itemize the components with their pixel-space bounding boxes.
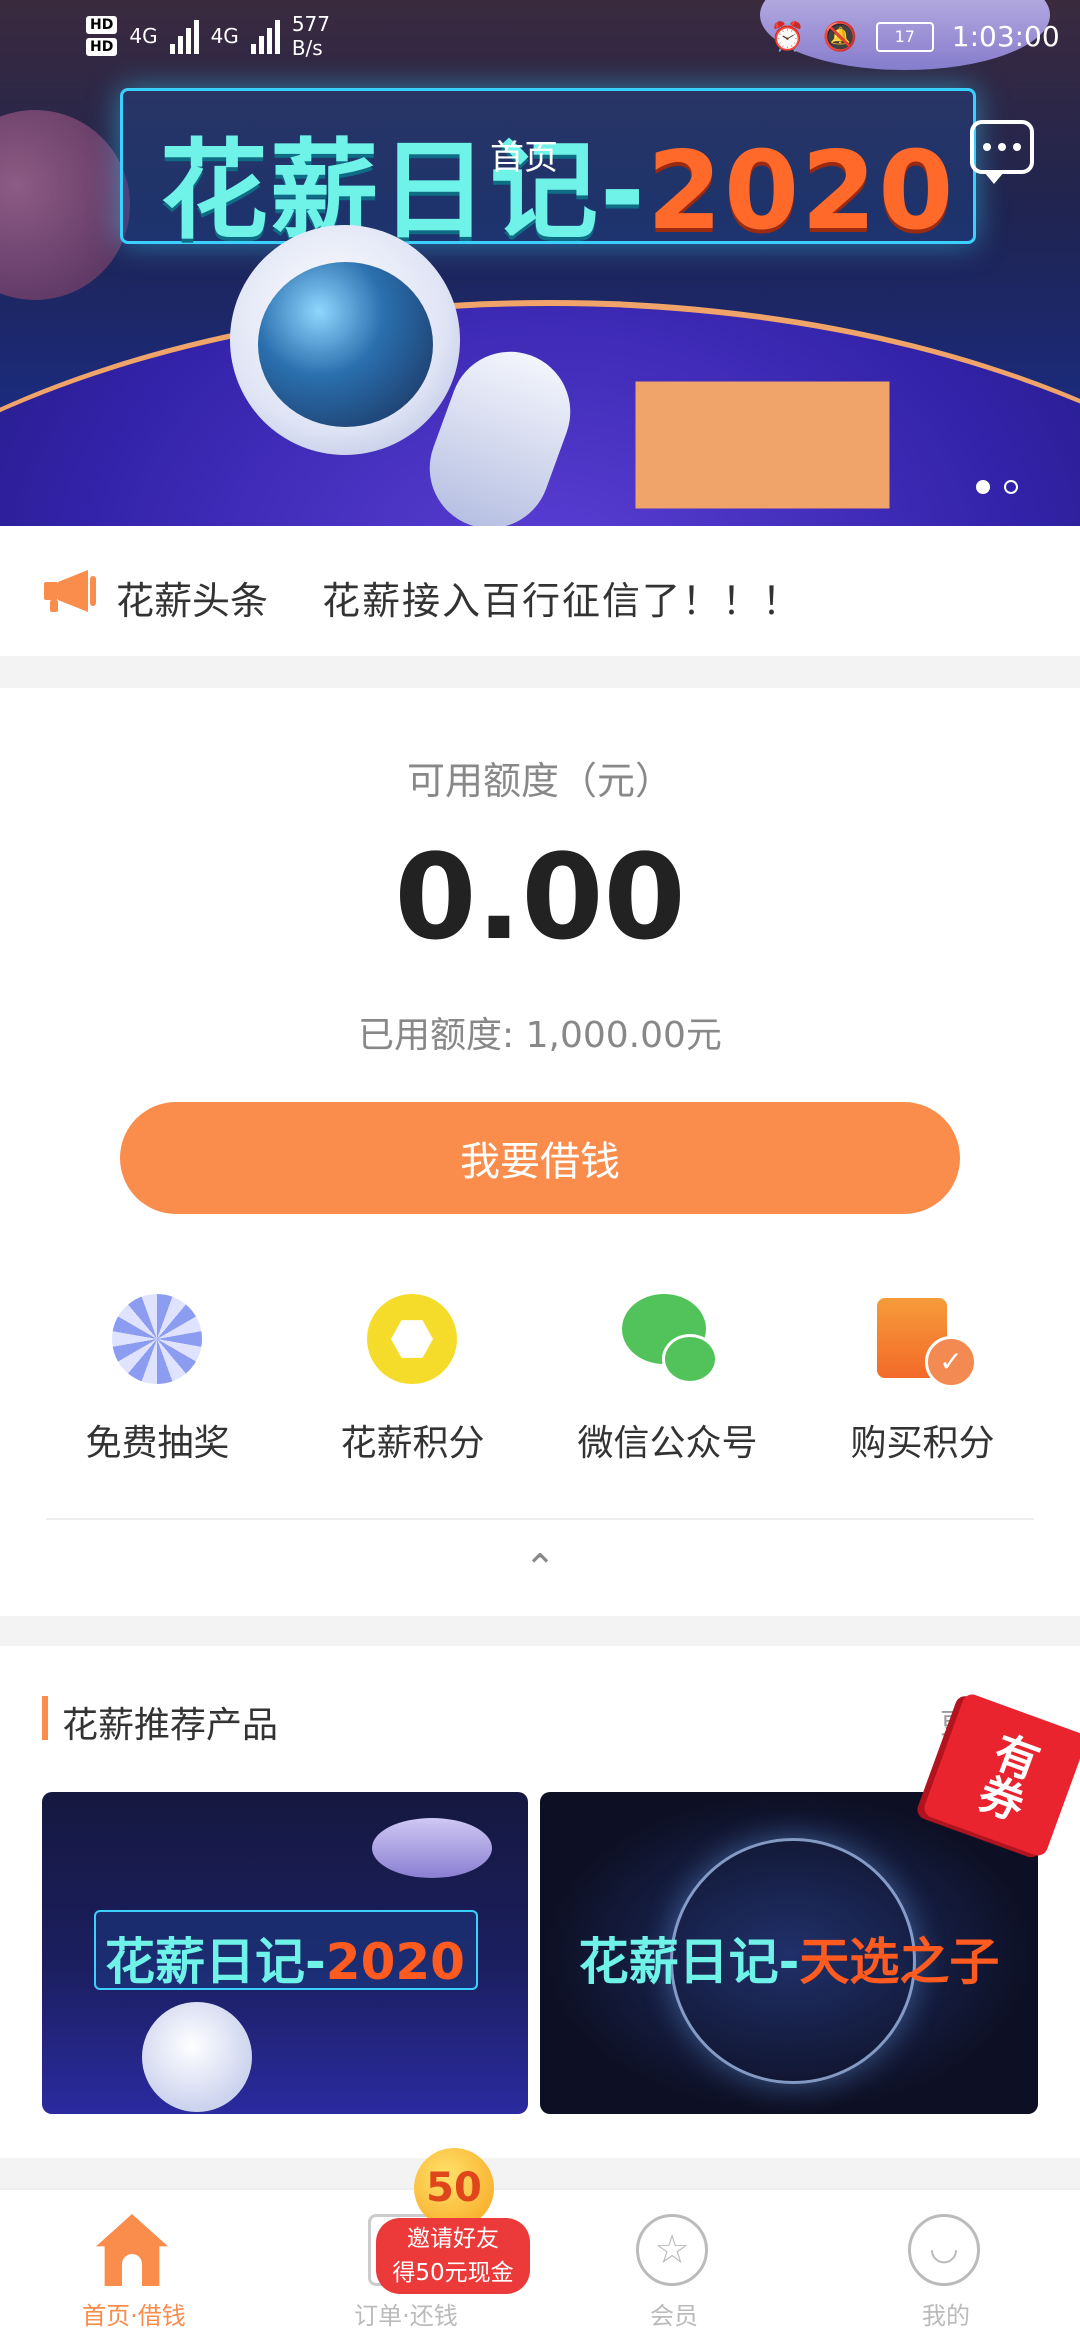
banner-astronaut-visor	[258, 262, 433, 427]
mute-icon: 🔕	[822, 20, 858, 53]
invite-line-1: 邀请好友	[407, 2226, 499, 2252]
hd-indicator: HD HD	[86, 16, 118, 56]
quick-actions: 免费抽奖 花薪积分 微信公众号 ✓ 购买积分	[0, 1294, 1080, 1484]
banner-title-sep: -	[600, 129, 647, 254]
quick-action-wechat[interactable]: 微信公众号	[540, 1294, 795, 1484]
megaphone-icon	[44, 570, 96, 612]
quick-action-points[interactable]: 花薪积分	[285, 1294, 540, 1484]
used-credit-label: 已用额度: 1,000.00元	[358, 1015, 722, 1056]
network-speed-unit: B/s	[291, 36, 323, 60]
clock: 1:03:00	[951, 20, 1060, 53]
quick-action-label: 免费抽奖	[85, 1423, 230, 1464]
status-left: HD HD 4G 4G 577 B/s	[86, 12, 330, 60]
status-right: ⏰ 🔕 17 1:03:00	[770, 20, 1060, 53]
wechat-icon	[622, 1294, 718, 1384]
tab-label: 我的	[922, 2302, 970, 2330]
quick-action-lottery[interactable]: 免费抽奖	[30, 1294, 285, 1484]
network-speed: 577 B/s	[292, 12, 330, 60]
message-dot	[983, 143, 991, 151]
signal-icon	[169, 18, 199, 54]
hd-badge-2: HD	[86, 38, 118, 56]
battery-level: 17	[894, 26, 915, 46]
product-card[interactable]: 花薪日记-2020	[42, 1792, 528, 2114]
network-speed-value: 577	[291, 12, 330, 36]
available-credit-amount: 0.00	[394, 828, 686, 966]
product-title-sep: -	[778, 1933, 800, 1991]
buy-points-icon: ✓	[877, 1294, 977, 1388]
product-title-cn: 花薪日记	[578, 1933, 779, 1991]
product-title: 花薪日记-天选之子	[540, 1922, 1038, 1994]
network-type-1: 4G	[129, 24, 158, 48]
available-credit-label: 可用额度（元）	[406, 759, 673, 803]
quick-action-label: 花薪积分	[340, 1423, 485, 1464]
home-icon	[96, 2214, 168, 2286]
message-dot	[1013, 143, 1021, 151]
recommended-section: 花薪推荐产品 更多 花薪日记-2020 花薪日记-天选之子 有券	[0, 1646, 1080, 2158]
product-astronaut	[142, 2002, 252, 2112]
product-title: 花薪日记-2020	[42, 1922, 528, 1994]
product-title-highlight: 天选之子	[799, 1933, 1000, 1991]
signal-icon-2	[250, 18, 280, 54]
tab-label: 会员	[650, 2302, 698, 2330]
product-ufo	[372, 1818, 492, 1878]
star-icon: ☆	[636, 2214, 708, 2286]
tab-profile[interactable]: ◡ 我的	[846, 2214, 1046, 2334]
tab-label: 订单·还钱	[354, 2302, 458, 2330]
recommended-title: 花薪推荐产品	[62, 1705, 279, 1746]
product-title-cn: 花薪日记	[105, 1933, 306, 1991]
status-bar: HD HD 4G 4G 577 B/s ⏰ 🔕 17 1:03:00	[0, 0, 1080, 80]
banner-planet	[0, 110, 130, 300]
smile-icon: ◡	[908, 2214, 980, 2286]
tab-label: 首页·借钱	[82, 2302, 186, 2330]
page-title: 首页	[490, 138, 558, 178]
network-type-2: 4G	[210, 24, 239, 48]
product-card[interactable]: 花薪日记-天选之子	[540, 1792, 1038, 2114]
quick-action-label: 购买积分	[850, 1423, 995, 1464]
message-button[interactable]	[970, 120, 1034, 184]
collapse-chevron-icon[interactable]: ⌃	[515, 1548, 565, 1588]
invite-pill: 邀请好友 得50元现金	[376, 2218, 530, 2294]
alarm-icon: ⏰	[770, 20, 805, 53]
message-dot	[998, 143, 1006, 151]
headline-text[interactable]: 花薪接入百行征信了！！！	[322, 570, 802, 625]
quick-action-buy-points[interactable]: ✓ 购买积分	[795, 1294, 1050, 1484]
banner-dot-1[interactable]	[976, 480, 990, 494]
news-headline[interactable]: 花薪头条 花薪接入百行征信了！！！	[0, 526, 1080, 656]
section-accent-bar	[42, 1696, 48, 1740]
divider	[46, 1518, 1034, 1520]
banner-dot-2[interactable]	[1004, 480, 1018, 494]
borrow-button[interactable]: 我要借钱	[120, 1102, 960, 1214]
quick-action-label: 微信公众号	[577, 1423, 758, 1464]
tab-home[interactable]: 首页·借钱	[34, 2214, 234, 2334]
invite-coin-icon: 50	[414, 2148, 494, 2228]
lottery-wheel-icon	[112, 1294, 202, 1384]
points-coin-icon	[367, 1294, 457, 1384]
product-title-highlight: 2020	[325, 1933, 465, 1991]
banner-title-year: 2020	[646, 129, 956, 254]
hd-badge-1: HD	[86, 16, 118, 34]
bottom-tab-bar: 首页·借钱 订单·还钱 ☆ 会员 ◡ 我的	[0, 2188, 1080, 2342]
invite-line-2: 得50元现金	[392, 2260, 514, 2286]
tab-membership[interactable]: ☆ 会员	[574, 2214, 774, 2334]
headline-tag: 花薪头条	[116, 579, 269, 623]
banner-pagination	[976, 480, 1018, 494]
invite-friends-badge[interactable]: 50 邀请好友 得50元现金	[376, 2148, 536, 2298]
credit-panel: 可用额度（元） 0.00 已用额度: 1,000.00元 我要借钱 免费抽奖 花…	[0, 688, 1080, 1616]
product-title-sep: -	[305, 1933, 326, 1991]
battery-icon: 17	[875, 21, 934, 52]
banner-title: 花薪日记-2020	[160, 104, 955, 260]
